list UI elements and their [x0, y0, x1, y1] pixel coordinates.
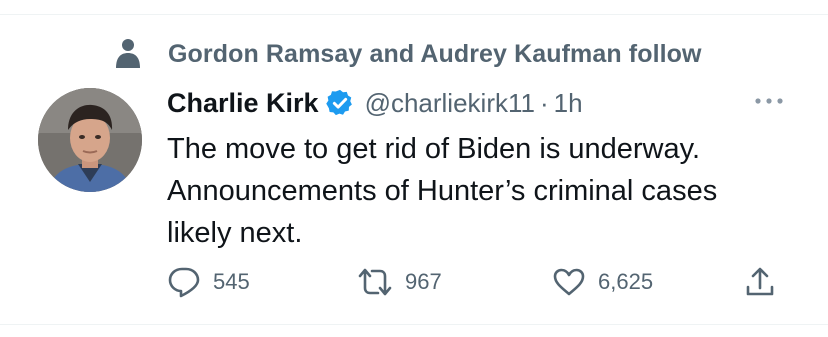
avatar[interactable] — [38, 88, 142, 192]
like-icon — [553, 268, 585, 296]
top-divider — [0, 14, 828, 15]
social-context: Gordon Ramsay and Audrey Kaufman follow — [116, 38, 702, 68]
author-display-name[interactable]: Charlie Kirk — [167, 88, 319, 119]
retweet-count: 967 — [405, 269, 442, 294]
like-button[interactable]: 6,625 — [552, 264, 653, 300]
author-handle[interactable]: @charliekirk11 — [365, 88, 535, 119]
social-context-text[interactable]: Gordon Ramsay and Audrey Kaufman follow — [168, 40, 702, 69]
tweet-header: Charlie Kirk @charliekirk11 · 1h — [167, 86, 583, 120]
share-icon — [746, 267, 774, 296]
person-icon — [116, 39, 140, 68]
retweet-button[interactable]: 967 — [357, 264, 442, 300]
reply-icon — [168, 267, 200, 298]
more-icon[interactable] — [752, 94, 786, 108]
tweet-timestamp[interactable]: 1h — [554, 88, 583, 119]
verified-badge-icon — [325, 89, 352, 116]
reply-count: 545 — [213, 269, 250, 294]
avatar-image — [38, 88, 142, 192]
tweet-text: The move to get rid of Biden is underway… — [167, 133, 718, 249]
share-button[interactable] — [745, 264, 775, 300]
tweet-actions: 545 967 6,625 — [167, 264, 807, 300]
header-separator: · — [539, 87, 549, 118]
retweet-icon — [358, 268, 392, 296]
reply-button[interactable]: 545 — [167, 264, 250, 300]
like-count: 6,625 — [598, 269, 654, 294]
bottom-divider — [0, 324, 828, 325]
